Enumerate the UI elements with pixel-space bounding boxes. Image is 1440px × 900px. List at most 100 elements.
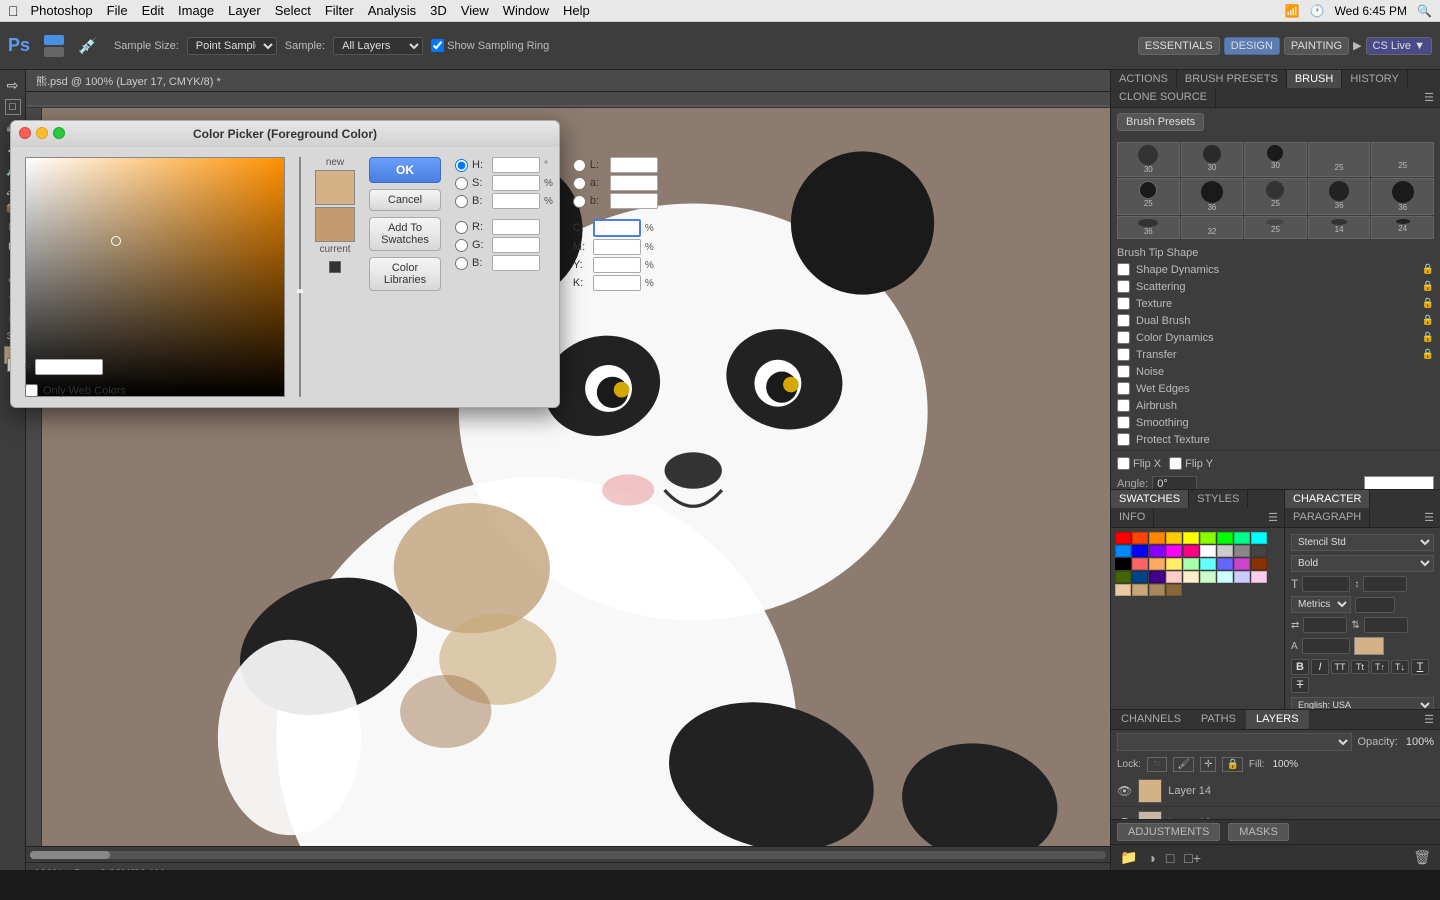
protect-texture-cb[interactable] <box>1117 433 1130 446</box>
cp-h-input[interactable]: 34 <box>492 157 540 173</box>
tab-info[interactable]: INFO <box>1111 508 1154 527</box>
flip-y-cb[interactable] <box>1169 457 1182 470</box>
menu-analysis[interactable]: Analysis <box>368 3 416 18</box>
swatch-item-29[interactable] <box>1149 571 1165 583</box>
cp-r-input[interactable]: 212 <box>492 219 540 235</box>
swatch-item-30[interactable] <box>1166 571 1182 583</box>
lock-all-icon[interactable]: 🔒 <box>1222 757 1242 772</box>
cp-hue-slider[interactable] <box>299 157 301 397</box>
brush-item[interactable]: 25 <box>1117 178 1180 215</box>
cp-add-swatches-button[interactable]: Add To Swatches <box>369 217 441 251</box>
brush-item[interactable]: 25 <box>1244 178 1307 215</box>
tab-actions[interactable]: ACTIONS <box>1111 70 1177 88</box>
tab-styles[interactable]: STYLES <box>1189 490 1248 508</box>
swatch-item-34[interactable] <box>1234 571 1250 583</box>
protect-texture-label[interactable]: Protect Texture <box>1136 434 1210 446</box>
masks-btn[interactable]: MASKS <box>1228 823 1289 841</box>
smoothing-label[interactable]: Smoothing <box>1136 417 1189 429</box>
char-menu-icon[interactable]: ☰ <box>1418 508 1440 527</box>
swatch-item-1[interactable] <box>1132 532 1148 544</box>
cp-b-input[interactable]: 83 <box>492 193 540 209</box>
show-ring-checkbox[interactable] <box>431 39 444 52</box>
search-icon[interactable]: 🔍 <box>1417 4 1432 18</box>
super-btn[interactable]: T↑ <box>1371 660 1389 674</box>
layer-item-16[interactable]: 👁 Layer 16 <box>1111 807 1440 819</box>
color-dynamics-cb[interactable] <box>1117 331 1130 344</box>
brush-item[interactable]: 32 <box>1181 216 1244 239</box>
swatch-item-12[interactable] <box>1166 545 1182 557</box>
swatch-item-24[interactable] <box>1217 558 1233 570</box>
swatch-item-26[interactable] <box>1251 558 1267 570</box>
tip-shape-label[interactable]: Brush Tip Shape <box>1117 247 1198 259</box>
only-web-colors-cb[interactable] <box>25 384 38 397</box>
tab-history[interactable]: HISTORY <box>1342 70 1408 88</box>
tab-layers[interactable]: LAYERS <box>1246 710 1309 729</box>
layer-eye-14[interactable]: 👁 <box>1117 784 1132 798</box>
swatch-item-6[interactable] <box>1217 532 1233 544</box>
brush-item[interactable]: 36 <box>1181 178 1244 215</box>
swatch-item-0[interactable] <box>1115 532 1131 544</box>
swatch-item-22[interactable] <box>1183 558 1199 570</box>
cp-l-input[interactable]: 75 <box>610 157 658 173</box>
cp-color-libraries-button[interactable]: Color Libraries <box>369 257 441 291</box>
shape-dynamics-cb[interactable] <box>1117 263 1130 276</box>
color-dynamics-label[interactable]: Color Dynamics <box>1136 332 1214 344</box>
sample-select[interactable]: All Layers <box>333 37 423 55</box>
tab-paragraph[interactable]: PARAGRAPH <box>1285 508 1370 527</box>
menu-photoshop[interactable]: Photoshop <box>31 3 93 18</box>
menu-help[interactable]: Help <box>563 3 590 18</box>
brush-item[interactable]: 36 <box>1308 178 1371 215</box>
cp-a-input[interactable]: 8 <box>610 175 658 191</box>
swatch-item-9[interactable] <box>1115 545 1131 557</box>
swatch-item-28[interactable] <box>1132 571 1148 583</box>
swatches-menu-icon[interactable]: ☰ <box>1262 508 1284 527</box>
swatch-item-4[interactable] <box>1183 532 1199 544</box>
cp-cancel-button[interactable]: Cancel <box>369 189 441 211</box>
blend-mode-select[interactable]: Normal <box>1117 733 1352 751</box>
small-caps-btn[interactable]: Tt <box>1351 660 1369 674</box>
panel-menu-icon[interactable]: ☰ <box>1418 88 1440 107</box>
swatch-item-39[interactable] <box>1166 584 1182 596</box>
swatch-item-10[interactable] <box>1132 545 1148 557</box>
brush-item[interactable]: 25 <box>1244 216 1307 239</box>
lock-transparency-icon[interactable]: ◾ <box>1147 757 1167 772</box>
layer-item-14[interactable]: 👁 Layer 14 <box>1111 775 1440 807</box>
brush-item[interactable]: 14 <box>1308 216 1371 239</box>
swatch-item-7[interactable] <box>1234 532 1250 544</box>
baseline-input[interactable]: 0 pt <box>1302 638 1350 654</box>
swatch-item-15[interactable] <box>1217 545 1233 557</box>
tab-swatches[interactable]: SWATCHES <box>1111 490 1189 508</box>
swatch-item-16[interactable] <box>1234 545 1250 557</box>
close-btn[interactable] <box>19 127 31 139</box>
swatch-item-38[interactable] <box>1149 584 1165 596</box>
cp-new-swatch[interactable] <box>315 170 355 205</box>
tool-eyedropper[interactable]: 💉 <box>78 36 98 56</box>
sub-btn[interactable]: T↓ <box>1391 660 1409 674</box>
tab-brush[interactable]: BRUSH <box>1287 70 1343 88</box>
adjustments-btn[interactable]: ADJUSTMENTS <box>1117 823 1220 841</box>
menu-file[interactable]: File <box>107 3 128 18</box>
cp-h-radio[interactable] <box>455 159 468 172</box>
canvas-scrollbar[interactable] <box>26 846 1110 862</box>
menu-layer[interactable]: Layer <box>228 3 261 18</box>
brush-item[interactable]: 36 <box>1117 216 1180 239</box>
noise-label[interactable]: Noise <box>1136 366 1164 378</box>
cp-b3-radio[interactable] <box>455 257 468 270</box>
scroll-thumb[interactable] <box>30 851 110 859</box>
tool-move[interactable]: ⇨ <box>7 77 19 94</box>
cp-c-input[interactable]: 3 <box>593 219 641 237</box>
swatch-item-2[interactable] <box>1149 532 1165 544</box>
cp-s-radio[interactable] <box>455 177 468 190</box>
smoothing-cb[interactable] <box>1117 416 1130 429</box>
flip-x-cb[interactable] <box>1117 457 1130 470</box>
cp-ok-button[interactable]: OK <box>369 157 441 183</box>
font-family-select[interactable]: Stencil Std <box>1291 534 1434 551</box>
shape-dynamics-label[interactable]: Shape Dynamics <box>1136 264 1219 276</box>
menu-view[interactable]: View <box>461 3 489 18</box>
cp-l-radio[interactable] <box>573 159 586 172</box>
brush-item[interactable]: 36 <box>1371 178 1434 215</box>
color-swatch-char[interactable] <box>1354 637 1384 655</box>
sample-size-select[interactable]: Point Sample <box>187 37 277 55</box>
swatch-item-23[interactable] <box>1200 558 1216 570</box>
swatch-item-25[interactable] <box>1234 558 1250 570</box>
